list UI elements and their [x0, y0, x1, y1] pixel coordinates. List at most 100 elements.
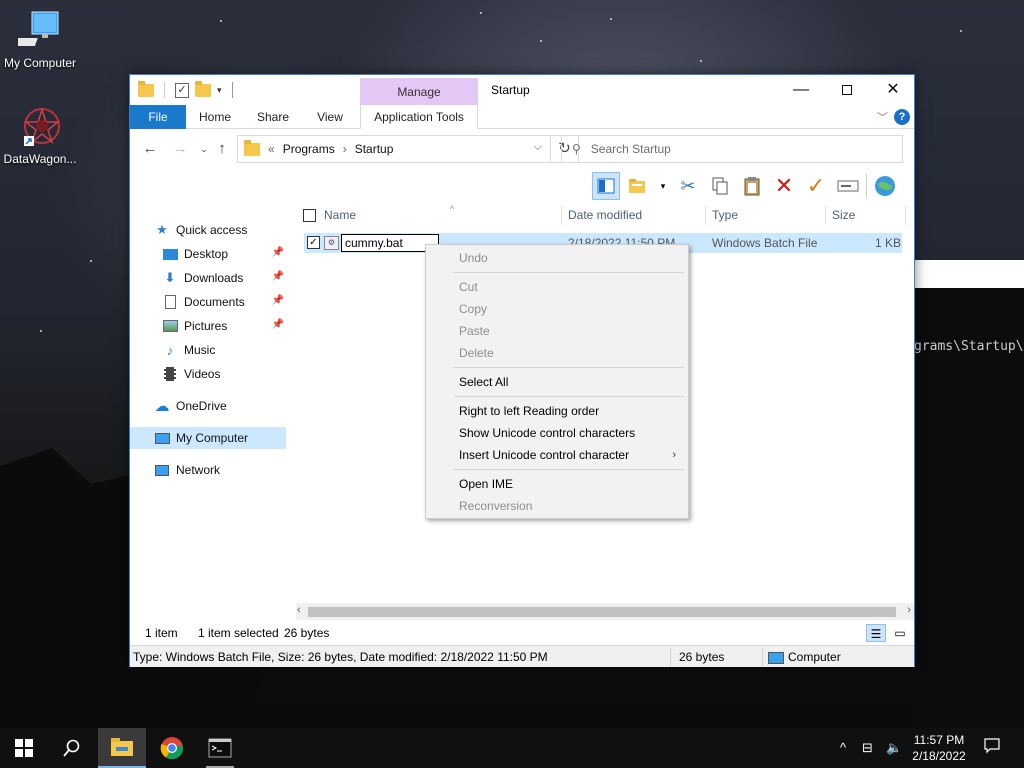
details-status-bar: Type: Windows Batch File, Size: 26 bytes… [130, 645, 914, 667]
chevron-down-icon[interactable]: ▾ [656, 172, 670, 200]
sidebar-item-videos[interactable]: Videos [162, 363, 286, 385]
menu-item-paste[interactable]: Paste [426, 320, 688, 342]
large-icons-view-button[interactable]: ▭ [890, 624, 910, 642]
pin-icon: 📌 [271, 319, 284, 330]
minimize-button[interactable]: — [778, 75, 824, 105]
window-title: Startup [491, 83, 530, 97]
desktop-icon-my-computer[interactable]: My Computer [0, 10, 80, 70]
chevron-down-icon[interactable]: ⌵ [534, 141, 542, 154]
sidebar-item-music[interactable]: ♪ Music [162, 339, 286, 361]
search-icon: ⚲ [572, 142, 581, 156]
desktop-icon-datawagon[interactable]: DataWagon... [0, 106, 80, 166]
search-box[interactable]: ⚲ [561, 135, 903, 163]
menu-item-open-ime[interactable]: Open IME [426, 473, 688, 495]
select-all-checkbox[interactable] [303, 209, 316, 222]
taskbar-file-explorer[interactable] [98, 728, 146, 768]
breadcrumb-startup[interactable]: Startup [355, 142, 394, 156]
sidebar-item-pictures[interactable]: Pictures 📌 [162, 315, 286, 337]
new-folder-icon[interactable] [195, 80, 211, 97]
taskbar-terminal[interactable] [196, 728, 244, 768]
status-size: 26 bytes [679, 650, 725, 664]
scroll-right-icon[interactable]: › [907, 604, 911, 616]
sidebar-item-quick-access[interactable]: ★ Quick access [154, 219, 310, 241]
row-checkbox[interactable]: ✓ [307, 236, 320, 249]
document-icon [162, 295, 178, 309]
address-bar[interactable]: « Programs › Startup ⌵ [237, 135, 551, 163]
menu-item-insert-unicode[interactable]: Insert Unicode control character › [426, 444, 688, 466]
terminal-titlebar[interactable] [914, 260, 1024, 288]
column-header-size[interactable]: Size [826, 205, 906, 225]
copy-icon[interactable] [706, 172, 734, 200]
rename-icon[interactable] [834, 172, 862, 200]
scrollbar-thumb[interactable] [308, 607, 896, 617]
tab-share[interactable]: Share [250, 105, 296, 129]
chevron-down-icon[interactable]: ﹀ [877, 109, 888, 125]
checkmark-icon[interactable]: ✓ [802, 172, 830, 200]
breadcrumb-programs[interactable]: Programs [283, 142, 335, 156]
search-button[interactable] [48, 728, 96, 768]
up-button[interactable]: ↑ [212, 139, 232, 159]
properties-icon[interactable]: ✓ [175, 82, 189, 98]
cut-icon[interactable]: ✂ [674, 172, 702, 200]
back-button[interactable]: ← [140, 139, 160, 159]
close-button[interactable]: ✕ [870, 75, 916, 105]
sidebar-item-network[interactable]: Network [154, 459, 310, 481]
menu-item-undo[interactable]: Undo [426, 247, 688, 269]
horizontal-scrollbar[interactable]: ‹ › [296, 603, 914, 620]
desktop-icon-label: My Computer [3, 56, 77, 70]
menu-item-cut[interactable]: Cut [426, 276, 688, 298]
terminal-window[interactable] [914, 288, 1024, 728]
overflow-chevron-icon[interactable]: « [268, 142, 275, 156]
maximize-button[interactable] [824, 75, 870, 105]
sidebar-item-label: Desktop [184, 247, 229, 261]
help-icon[interactable]: ? [894, 109, 910, 125]
globe-icon[interactable] [871, 172, 899, 200]
menu-item-select-all[interactable]: Select All [426, 371, 688, 393]
recent-locations-button[interactable]: ⌄ [194, 139, 214, 159]
sidebar-item-my-computer[interactable]: My Computer [130, 427, 286, 449]
system-clock[interactable]: 11:57 PM 2/18/2022 [908, 732, 970, 764]
details-view-button[interactable]: ☰ [866, 624, 886, 642]
tab-file[interactable]: File [130, 105, 186, 129]
sidebar-item-documents[interactable]: Documents 📌 [162, 291, 286, 313]
show-hidden-icons-chevron-icon[interactable]: ^ [840, 740, 846, 755]
column-header-name[interactable]: Name ^ [318, 204, 562, 225]
sidebar-item-downloads[interactable]: ⬇ Downloads 📌 [162, 267, 286, 289]
divider [866, 174, 867, 198]
sidebar-item-label: Downloads [184, 271, 244, 285]
network-icon [154, 463, 170, 477]
sidebar-item-onedrive[interactable]: ☁ OneDrive [154, 395, 310, 417]
menu-item-delete[interactable]: Delete [426, 342, 688, 364]
taskbar-chrome[interactable] [148, 728, 196, 768]
volume-icon[interactable]: 🔈 [886, 740, 902, 756]
search-input[interactable] [590, 142, 871, 156]
sidebar-item-label: Videos [184, 367, 221, 381]
cloud-icon: ☁ [154, 398, 170, 415]
menu-item-show-unicode[interactable]: Show Unicode control characters [426, 422, 688, 444]
scroll-left-icon[interactable]: ‹ [297, 604, 301, 616]
customize-qat-icon[interactable]: ▾ [217, 85, 222, 96]
status-location: Computer [788, 650, 841, 664]
sidebar-item-desktop[interactable]: Desktop 📌 [162, 243, 286, 265]
tab-home[interactable]: Home [192, 105, 238, 129]
network-icon[interactable]: ⊟ [862, 740, 873, 756]
column-header-date-modified[interactable]: Date modified [562, 205, 706, 225]
column-header-type[interactable]: Type [706, 205, 826, 225]
menu-item-reconversion[interactable]: Reconversion [426, 495, 688, 517]
preview-pane-button[interactable] [592, 172, 620, 200]
status-bar: 1 item 1 item selected 26 bytes ☰ ▭ [130, 621, 914, 645]
terminal-output: grams\Startup\ [914, 339, 1024, 354]
forward-button[interactable]: → [170, 139, 190, 159]
paste-icon[interactable] [738, 172, 766, 200]
delete-icon[interactable]: ✕ [770, 172, 798, 200]
start-button[interactable] [0, 728, 48, 768]
tab-application-tools[interactable]: Application Tools [360, 105, 478, 129]
menu-item-rtl-reading-order[interactable]: Right to left Reading order [426, 400, 688, 422]
tab-view[interactable]: View [306, 105, 354, 129]
taskbar: ^ ⊟ 🔈 11:57 PM 2/18/2022 [0, 728, 1024, 768]
title-bar[interactable]: ✓ ▾ Manage Startup — ✕ [130, 75, 914, 105]
menu-item-copy[interactable]: Copy [426, 298, 688, 320]
notifications-icon[interactable] [984, 738, 1000, 757]
new-folder-button[interactable] [624, 172, 652, 200]
manage-contextual-tab[interactable]: Manage [360, 78, 478, 105]
